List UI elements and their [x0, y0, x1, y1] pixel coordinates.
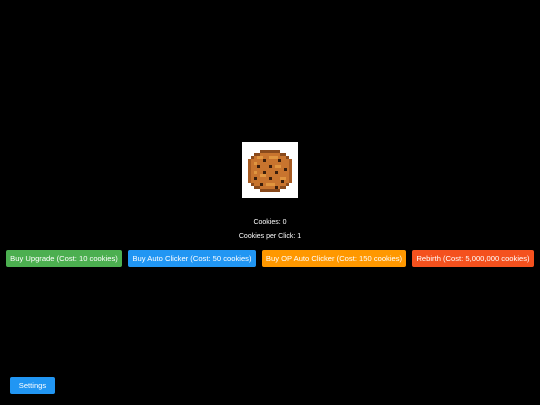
cookie-button[interactable] — [242, 142, 298, 198]
cookie-icon — [242, 142, 298, 198]
buy-upgrade-button[interactable]: Buy Upgrade (Cost: 10 cookies) — [6, 250, 122, 267]
cookies-per-click: Cookies per Click: 1 — [238, 233, 302, 240]
rebirth-button[interactable]: Rebirth (Cost: 5,000,000 cookies) — [412, 250, 534, 267]
game-screen: Cookies: 0 Cookies per Click: 1 Buy Upgr… — [0, 0, 540, 405]
buy-auto-clicker-button[interactable]: Buy Auto Clicker (Cost: 50 cookies) — [128, 250, 256, 267]
buy-op-auto-clicker-button[interactable]: Buy OP Auto Clicker (Cost: 150 cookies) — [262, 250, 406, 267]
cookies-count: Cookies: 0 — [253, 219, 287, 226]
settings-button[interactable]: Settings — [10, 377, 55, 394]
